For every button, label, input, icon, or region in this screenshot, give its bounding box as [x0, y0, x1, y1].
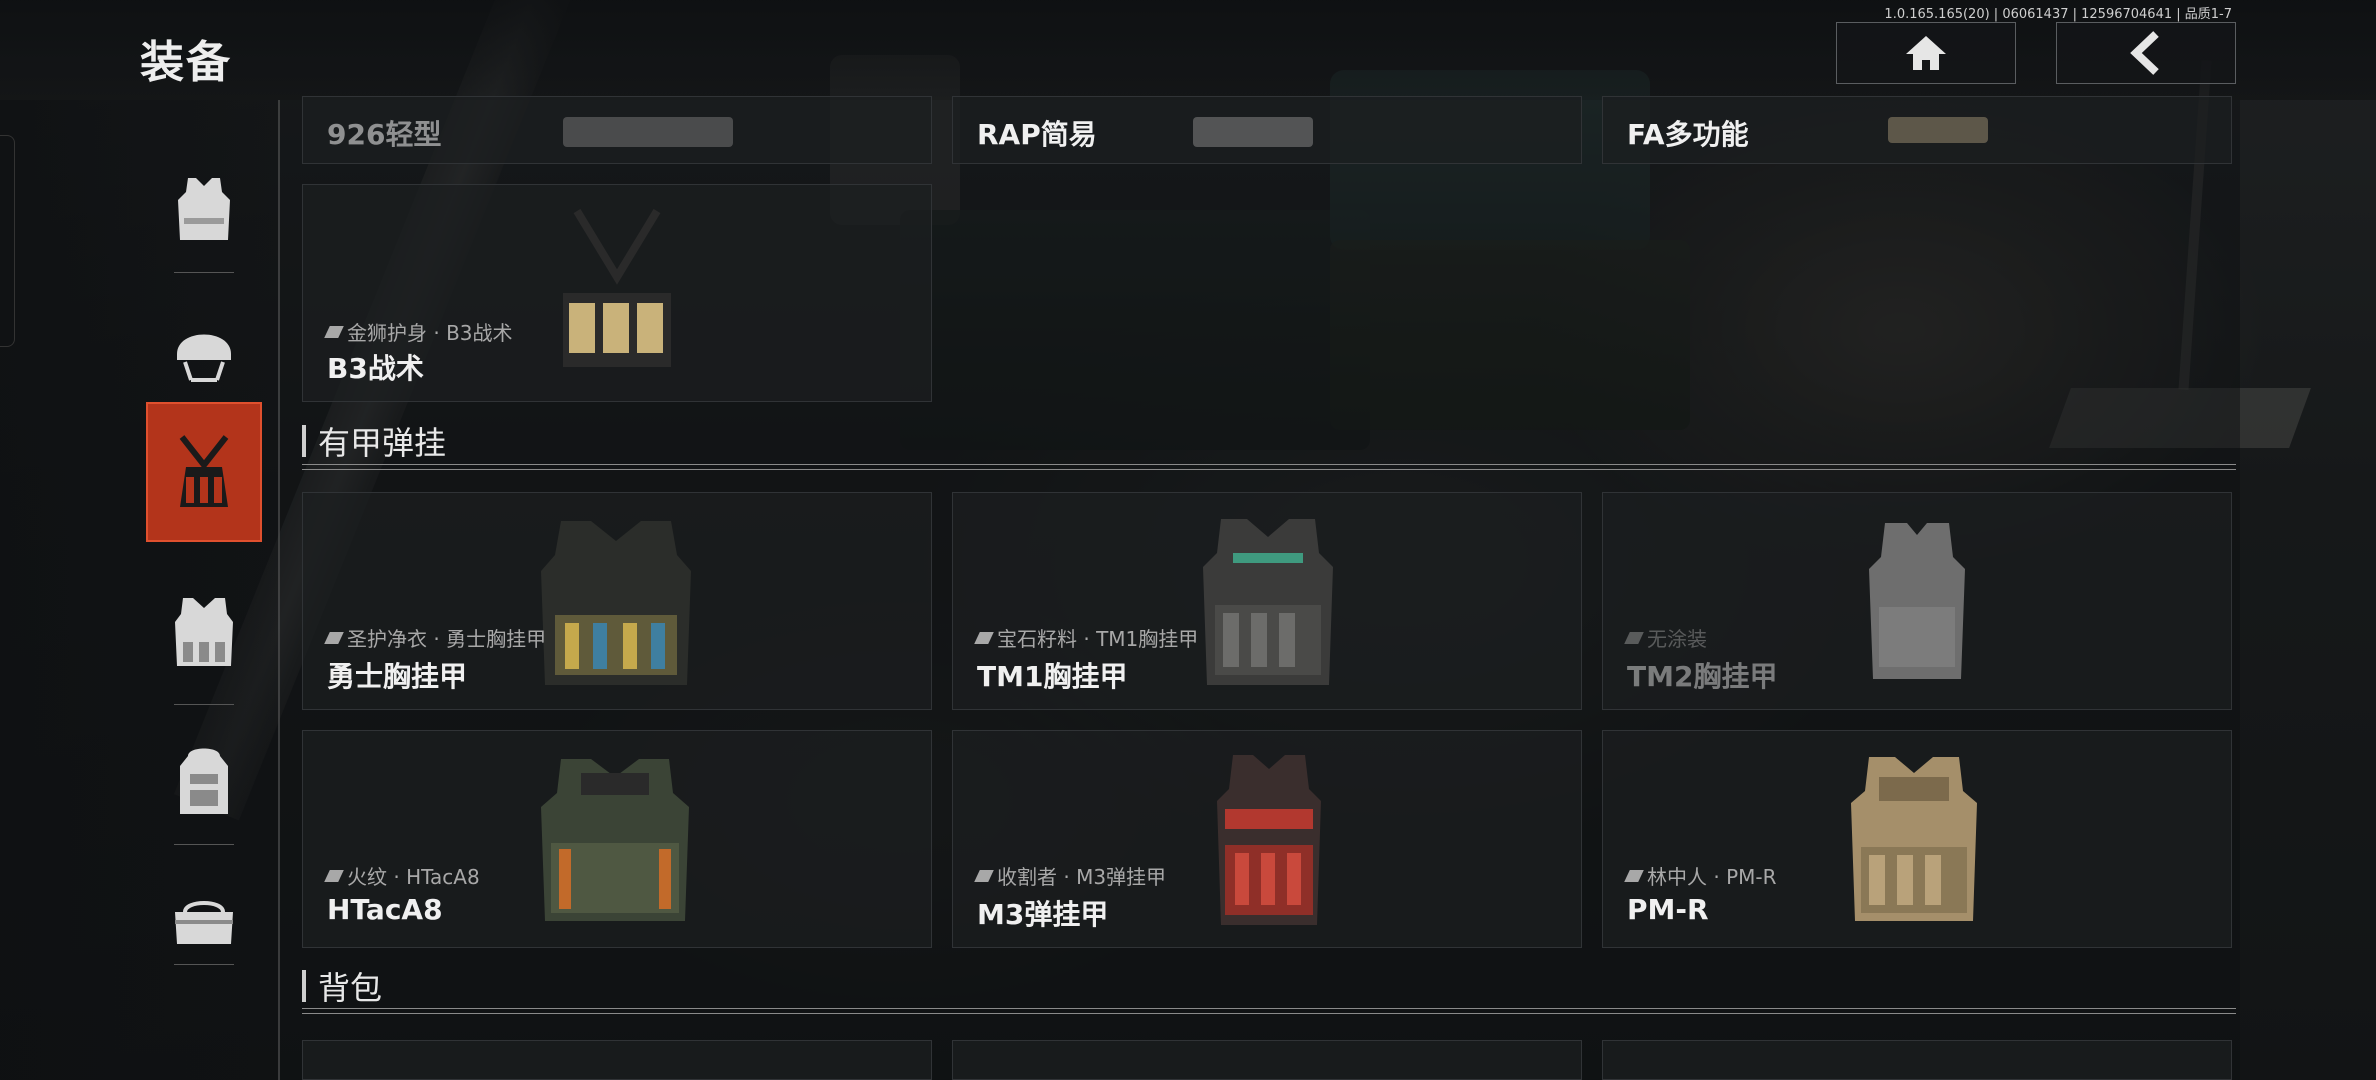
item-name: B3战术	[327, 352, 424, 385]
item-thumbnail	[541, 521, 691, 685]
item-name: M3弹挂甲	[977, 898, 1109, 931]
chest-rig-icon	[179, 435, 229, 507]
item-skin: 火纹 · HTacA8	[324, 861, 480, 890]
home-icon	[1906, 36, 1946, 70]
item-thumbnail	[1193, 117, 1313, 147]
body-armor-icon	[178, 178, 230, 240]
sidebar-edge-tab	[0, 135, 15, 347]
item-name: HTacA8	[327, 893, 443, 926]
item-card[interactable]: 林中人 · PM-R PM-R	[1602, 730, 2232, 948]
item-card[interactable]	[1602, 1040, 2232, 1080]
item-skin: 金狮护身 · B3战术	[324, 317, 513, 346]
item-card[interactable]: 火纹 · HTacA8 HTacA8	[302, 730, 932, 948]
item-card[interactable]: RAP简易	[952, 96, 1582, 164]
pouch-icon	[175, 901, 233, 944]
page-title: 装备	[140, 37, 232, 88]
item-thumbnail	[541, 759, 689, 921]
item-card[interactable]: 无涂装 TM2胸挂甲	[1602, 492, 2232, 710]
item-card[interactable]: 金狮护身 · B3战术 B3战术	[302, 184, 932, 402]
version-info: 1.0.165.165(20) | 06061437 | 12596704641…	[1884, 7, 2232, 22]
top-bar: 装备 1.0.165.165(20) | 06061437 | 12596704…	[0, 0, 2376, 100]
tag-icon	[324, 869, 344, 882]
tag-icon	[324, 631, 344, 644]
item-name: FA多功能	[1627, 118, 1749, 151]
item-name: TM2胸挂甲	[1627, 660, 1778, 693]
item-card[interactable]: 宝石籽料 · TM1胸挂甲 TM1胸挂甲	[952, 492, 1582, 710]
item-thumbnail	[1869, 523, 1965, 679]
category-separator	[174, 272, 234, 273]
item-skin: 林中人 · PM-R	[1624, 861, 1777, 890]
item-name: PM-R	[1627, 893, 1709, 926]
back-chevron-icon	[2130, 31, 2159, 75]
item-name: 926轻型	[327, 118, 442, 151]
back-button[interactable]	[2056, 22, 2236, 84]
tag-icon	[1624, 869, 1644, 882]
section-header-armored-rigs: 有甲弹挂	[302, 418, 446, 464]
section-divider	[302, 464, 2236, 470]
category-chest-rig[interactable]	[146, 402, 262, 542]
item-name: 勇士胸挂甲	[327, 660, 468, 693]
helmet-icon	[177, 334, 231, 382]
item-thumbnail	[1203, 519, 1333, 685]
item-thumbnail	[1851, 757, 1977, 921]
category-body-armor[interactable]	[146, 140, 262, 280]
section-header-backpacks: 背包	[302, 963, 382, 1009]
tag-icon	[974, 631, 994, 644]
home-button[interactable]	[1836, 22, 2016, 84]
category-separator	[174, 844, 234, 845]
category-pouch[interactable]	[146, 852, 262, 992]
item-skin: 宝石籽料 · TM1胸挂甲	[974, 623, 1198, 652]
section-divider	[302, 1008, 2236, 1014]
item-card[interactable]: FA多功能	[1602, 96, 2232, 164]
category-separator	[174, 964, 234, 965]
item-name: RAP简易	[977, 118, 1097, 151]
item-card[interactable]	[952, 1040, 1582, 1080]
item-card[interactable]: 圣护净衣 · 勇士胸挂甲 勇士胸挂甲	[302, 492, 932, 710]
item-card[interactable]: 收割者 · M3弹挂甲 M3弹挂甲	[952, 730, 1582, 948]
item-card[interactable]: 926轻型	[302, 96, 932, 164]
category-backpack[interactable]	[146, 712, 262, 852]
item-thumbnail	[1888, 117, 1988, 143]
item-skin: 圣护净衣 · 勇士胸挂甲	[324, 623, 546, 652]
category-armored-rig[interactable]	[146, 562, 262, 702]
item-skin: 无涂装	[1624, 623, 1707, 652]
backpack-icon	[180, 748, 228, 814]
tag-icon	[324, 325, 344, 338]
tag-icon	[974, 869, 994, 882]
item-thumbnail	[563, 117, 733, 147]
item-thumbnail	[1217, 755, 1321, 925]
tag-icon	[1624, 631, 1644, 644]
category-separator	[174, 704, 234, 705]
category-helmet[interactable]	[146, 280, 262, 420]
item-thumbnail	[563, 208, 671, 367]
item-skin: 收割者 · M3弹挂甲	[974, 861, 1166, 890]
item-card[interactable]	[302, 1040, 932, 1080]
armored-rig-icon	[175, 598, 233, 666]
item-name: TM1胸挂甲	[977, 660, 1128, 693]
category-sidebar	[0, 100, 280, 1080]
